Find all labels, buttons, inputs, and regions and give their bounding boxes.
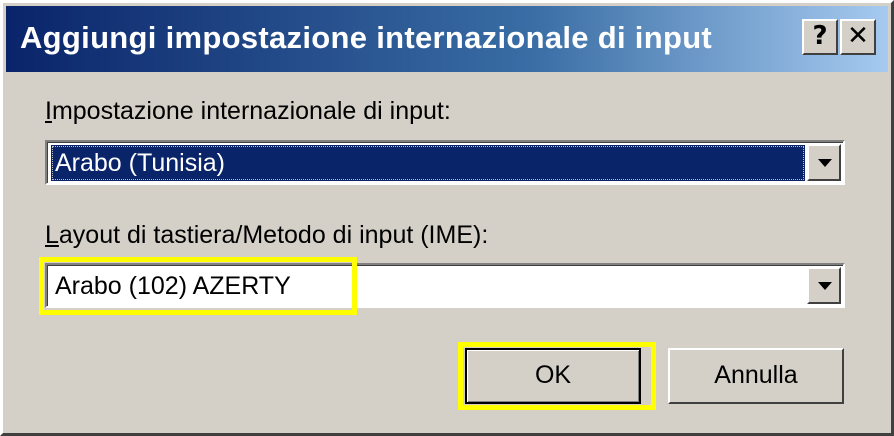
input-locale-label-text: mpostazione internazionale di input: bbox=[51, 97, 451, 125]
input-locale-dropdown[interactable]: Arabo (Tunisia) bbox=[45, 140, 845, 185]
ok-button[interactable]: OK bbox=[465, 348, 641, 404]
keyboard-layout-value: Arabo (102) AZERTY bbox=[55, 272, 291, 300]
keyboard-layout-dropdown-button[interactable] bbox=[807, 267, 841, 304]
input-locale-dropdown-button[interactable] bbox=[807, 144, 841, 181]
keyboard-layout-label: Layout di tastiera/Metodo di input (IME)… bbox=[45, 221, 488, 250]
input-locale-value: Arabo (Tunisia) bbox=[51, 145, 805, 181]
input-locale-label-mnemonic: I bbox=[45, 97, 52, 125]
keyboard-layout-label-mnemonic: L bbox=[45, 221, 59, 249]
chevron-down-icon bbox=[818, 159, 832, 167]
window-title: Aggiungi impostazione internazionale di … bbox=[20, 20, 713, 55]
title-bar[interactable]: Aggiungi impostazione internazionale di … bbox=[6, 6, 888, 72]
help-icon: ? bbox=[812, 21, 828, 51]
close-icon: ✕ bbox=[847, 21, 869, 51]
keyboard-layout-dropdown[interactable]: Arabo (102) AZERTY bbox=[45, 263, 845, 308]
input-locale-label: Impostazione internazionale di input: bbox=[45, 97, 451, 126]
close-button[interactable]: ✕ bbox=[840, 19, 876, 55]
keyboard-layout-label-text: ayout di tastiera/Metodo di input (IME): bbox=[58, 221, 489, 249]
dialog-window: Aggiungi impostazione internazionale di … bbox=[0, 0, 894, 436]
help-button[interactable]: ? bbox=[802, 19, 838, 55]
cancel-button[interactable]: Annulla bbox=[668, 348, 844, 404]
chevron-down-icon bbox=[818, 282, 832, 290]
